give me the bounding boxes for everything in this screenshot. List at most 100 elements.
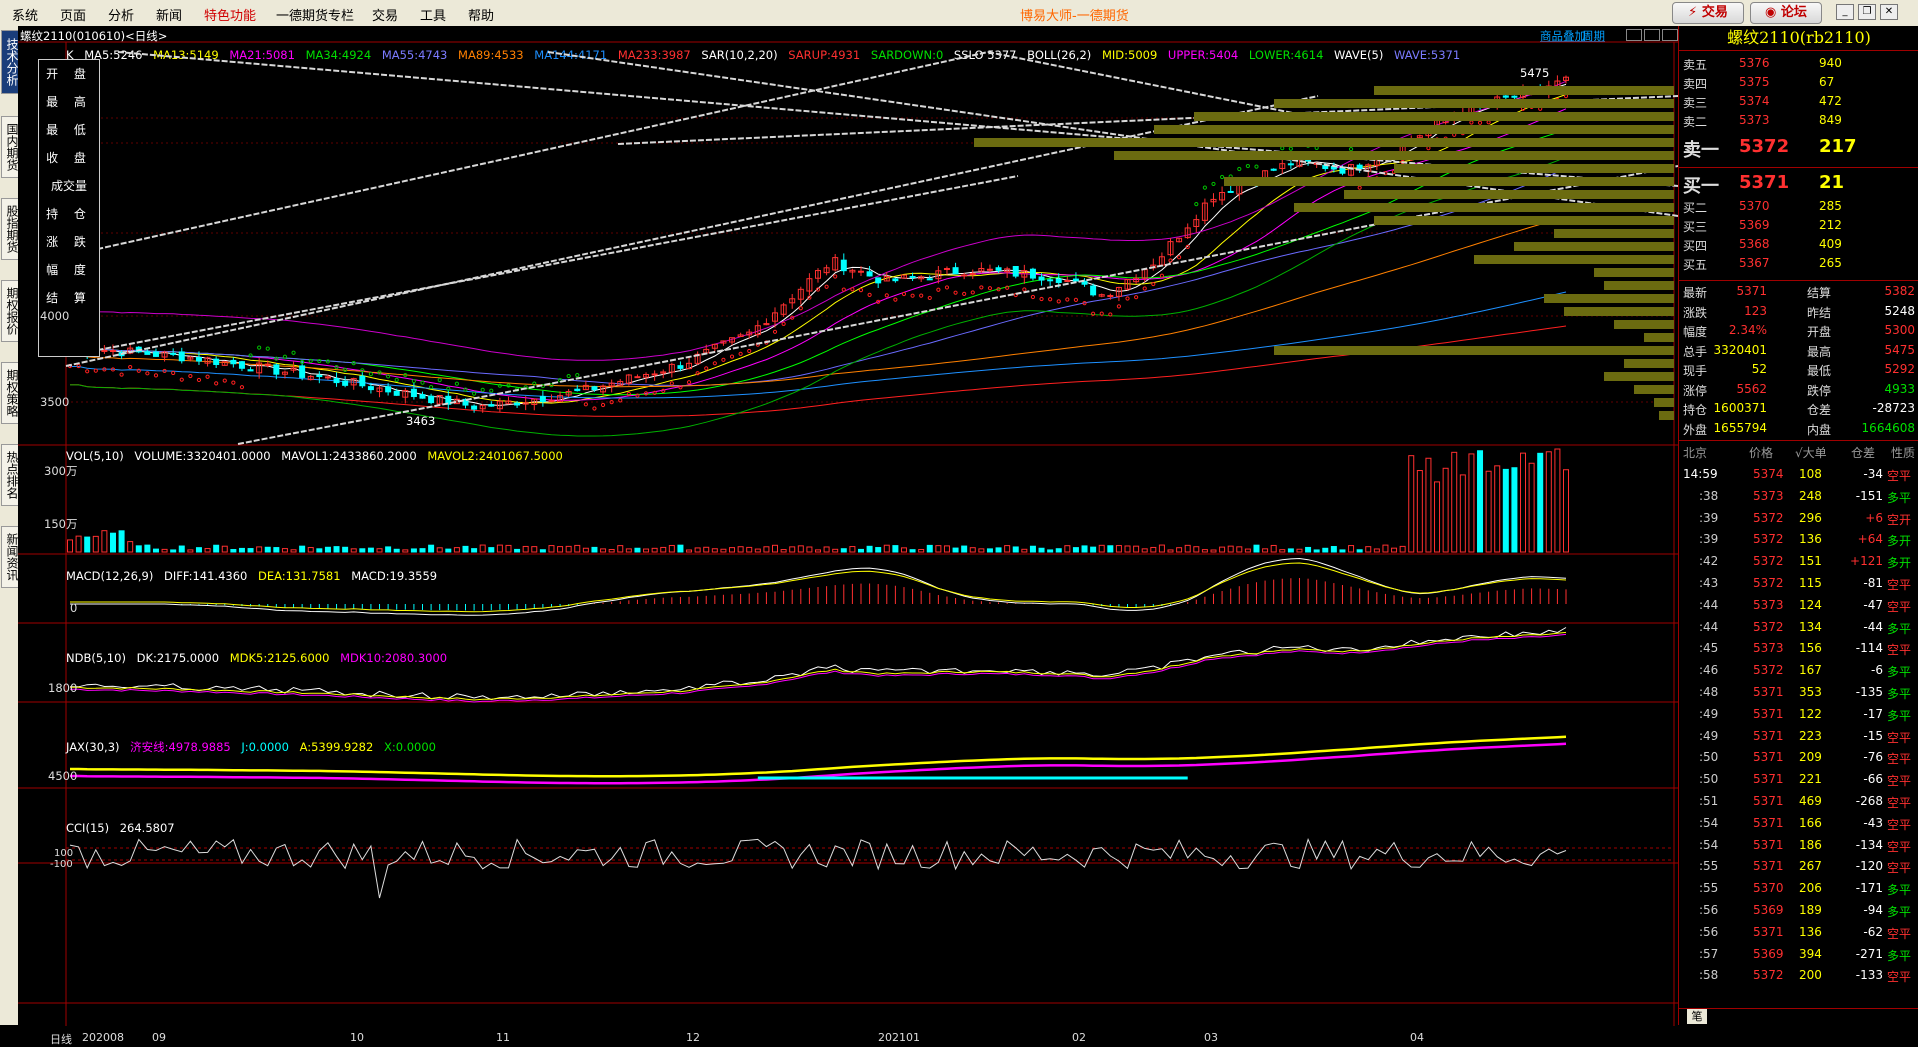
sar-dot	[420, 380, 425, 385]
tab-option-quotes[interactable]: 期权报价	[1, 280, 19, 342]
jax-label: JAX(30,3)	[66, 740, 120, 754]
volume-bar	[926, 544, 933, 553]
forum-button[interactable]: ◉ 论坛	[1750, 2, 1822, 24]
minimize-icon[interactable]: _	[1836, 4, 1854, 20]
cci-axis-minus100: -100	[50, 859, 73, 870]
kline-chart-area[interactable]: 螺纹2110(010610)<日线> 商品叠加 周期 K MA5:5246 MA…	[18, 26, 1678, 1046]
sar-dot	[1288, 146, 1293, 151]
sar-dot	[1477, 120, 1483, 125]
volume-bar	[1373, 548, 1380, 553]
date-10: 10	[350, 1031, 364, 1044]
tab-domestic-futures[interactable]: 国内期货	[1, 116, 19, 178]
ohlc-position-label: 持 仓	[46, 207, 92, 221]
candle-body	[961, 274, 968, 277]
macd-label: MACD(12,26,9)	[66, 569, 154, 583]
menu-analysis[interactable]: 分析	[108, 5, 134, 24]
tick-row: :51 5371 469 -268 空平	[1699, 794, 1912, 810]
sar-dot	[1202, 185, 1207, 190]
sar-dot	[188, 373, 193, 379]
sar-dot	[429, 385, 434, 390]
menu-system[interactable]: 系统	[12, 5, 38, 24]
sar-dot	[1022, 287, 1027, 292]
candle-body	[273, 364, 280, 375]
macd-axis-0: 0	[70, 601, 78, 615]
sar-dot	[1099, 311, 1104, 316]
sar-dot	[695, 371, 700, 376]
tab-index-futures[interactable]: 股指期货	[1, 198, 19, 260]
menu-news[interactable]: 新闻	[156, 5, 182, 24]
volume-bar	[1425, 457, 1432, 553]
volume-bar	[307, 547, 314, 553]
candle-body	[109, 350, 116, 353]
high-price-label: 5475	[1520, 66, 1550, 80]
volume-profile-bar	[1554, 229, 1674, 238]
vol-header: VOL(5,10) VOLUME:3320401.0000 MAVOL1:243…	[66, 449, 570, 463]
volume-bar	[496, 544, 503, 553]
volume-bar	[1133, 545, 1140, 553]
volume-bar	[565, 545, 572, 553]
menu-features[interactable]: 特色功能	[204, 5, 256, 24]
app-title: 博易大师-一德期货	[1020, 9, 1129, 24]
close-icon[interactable]: ✕	[1880, 4, 1898, 20]
volume-bar	[582, 547, 589, 553]
volume-bar	[548, 545, 555, 553]
volume-bar	[918, 548, 925, 553]
tab-hot-ranking[interactable]: 热点排名	[1, 444, 19, 506]
sar-dot	[850, 287, 855, 292]
volume-bar	[686, 549, 693, 553]
volume-bar	[505, 544, 512, 553]
volume-bar	[1219, 546, 1226, 553]
ask-level-4: 卖四 5375 67	[1683, 75, 1835, 91]
left-tab-strip: 技术分析 国内期货 股指期货 期权报价 期权策略 热点排名 新闻资讯	[0, 26, 19, 1025]
sar-dot	[85, 369, 90, 374]
tab-technical-analysis[interactable]: 技术分析	[1, 30, 19, 94]
sar-dot	[394, 377, 399, 382]
volume-bar	[677, 544, 684, 553]
volume-bar	[892, 545, 899, 553]
menu-yide-column[interactable]: 一德期货专栏	[276, 5, 354, 24]
sar-dot	[308, 358, 313, 364]
sar-dot	[1357, 185, 1362, 190]
tab-news[interactable]: 新闻资讯	[1, 526, 19, 588]
macd-header: MACD(12,26,9) DIFF:141.4360 DEA:131.7581…	[66, 569, 444, 583]
volume-bar	[152, 548, 159, 553]
ask-level-3: 卖三 5374 472	[1683, 94, 1842, 110]
trade-button-label: 交易	[1701, 5, 1728, 20]
volume-bar	[1296, 548, 1303, 553]
sar-dot	[171, 370, 176, 376]
volume-bar	[187, 549, 194, 553]
candle-body	[488, 404, 495, 407]
tick-row: :38 5373 248 -151 多平	[1699, 488, 1912, 505]
sar-dot	[712, 361, 717, 366]
tick-tab[interactable]: 笔	[1687, 1009, 1707, 1024]
menu-help[interactable]: 帮助	[468, 5, 494, 24]
mdk10-value: MDK10:2080.3000	[340, 651, 448, 665]
menu-page[interactable]: 页面	[60, 5, 86, 24]
volume-bar	[67, 539, 73, 553]
x-value: X:0.0000	[383, 740, 436, 754]
volume-bar	[195, 547, 202, 553]
trade-button[interactable]: ⚡ 交易	[1672, 2, 1744, 24]
sar-dot	[471, 391, 477, 396]
volume-bar	[256, 546, 263, 553]
sar-dot	[635, 393, 640, 398]
volume-profile-bar	[1274, 99, 1674, 108]
menu-tools[interactable]: 工具	[420, 5, 446, 24]
volume-bar	[333, 546, 340, 553]
volume-bar	[1158, 544, 1165, 553]
tab-option-strategy[interactable]: 期权策略	[1, 362, 19, 424]
ohlc-open-label: 开 盘	[46, 67, 92, 81]
chart-canvas	[18, 41, 1678, 1026]
volume-bar	[1545, 451, 1552, 553]
menu-trade[interactable]: 交易	[372, 5, 398, 24]
volume-bar	[75, 535, 82, 553]
sar-dot	[205, 374, 210, 379]
candle-body	[1356, 164, 1363, 170]
sar-dot	[489, 388, 494, 393]
candle-body	[238, 361, 245, 369]
sar-dot	[153, 373, 159, 378]
volume-bar	[213, 544, 220, 553]
volume-bar	[178, 545, 185, 553]
restore-icon[interactable]: ❐	[1858, 4, 1876, 20]
volume-bar	[1330, 546, 1337, 553]
